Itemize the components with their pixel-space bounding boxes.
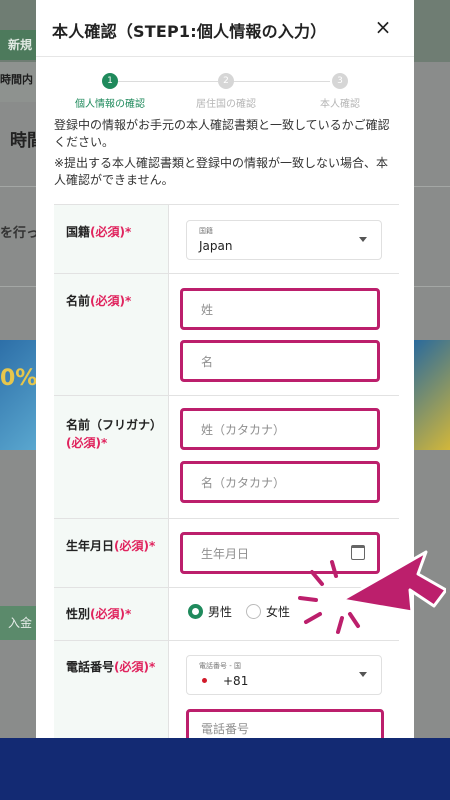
first-name-kana-input[interactable]: 名（カタカナ）: [180, 461, 380, 503]
gender-option-male: 男性: [208, 605, 233, 619]
first-name-kana-placeholder: 名（カタカナ）: [201, 476, 286, 490]
background-footer-bar: [0, 738, 450, 800]
row-label-phone: 電話番号(必須)*: [54, 641, 169, 738]
birthdate-placeholder: 生年月日: [201, 547, 250, 561]
step-2-dot: 2: [218, 73, 234, 89]
notice-text: 登録中の情報がお手元の本人確認書類と一致しているかご確認ください。 ※提出する本…: [36, 109, 414, 189]
hand-pointer-icon: [340, 550, 446, 614]
row-label-nationality: 国籍(必須)*: [54, 205, 169, 273]
step-1-dot: 1: [102, 73, 118, 89]
first-name-placeholder: 名: [201, 355, 214, 369]
phone-number-input[interactable]: 電話番号: [186, 709, 382, 738]
required-mark: (必須)*: [66, 436, 108, 450]
stepper-line: [118, 81, 218, 82]
row-label-name-kana: 名前（フリガナ） (必須)*: [54, 396, 169, 518]
chevron-down-icon: [359, 237, 367, 242]
last-name-kana-input[interactable]: 姓（カタカナ）: [180, 408, 380, 450]
first-name-input[interactable]: 名: [180, 340, 380, 382]
last-name-kana-placeholder: 姓（カタカナ）: [201, 423, 286, 437]
row-nationality: 国籍(必須)* 国籍 Japan: [54, 205, 399, 274]
nationality-select-caption: 国籍: [199, 227, 213, 235]
stepper-line: [232, 81, 330, 82]
notice-paragraph-2: ※提出する本人確認書類と登録中の情報が一致しない場合、本人確認ができません。: [54, 156, 389, 187]
name-label: 名前: [66, 294, 91, 308]
gender-option-female: 女性: [266, 605, 291, 619]
phone-country-select[interactable]: 電話番号 - 国 +81: [186, 655, 382, 695]
row-label-name: 名前(必須)*: [54, 274, 169, 395]
required-mark: (必須)*: [90, 607, 132, 621]
row-phone: 電話番号(必須)* 電話番号 - 国 +81 電話番号: [54, 641, 399, 738]
required-mark: (必須)*: [90, 225, 132, 239]
row-label-gender: 性別(必須)*: [54, 588, 169, 640]
step-3-label: 本人確認: [320, 99, 360, 110]
japan-flag-icon: [202, 678, 207, 683]
gender-label: 性別: [66, 607, 91, 621]
modal-title: 本人確認（STEP1:個人情報の入力）: [52, 22, 327, 41]
phone-country-caption: 電話番号 - 国: [199, 662, 241, 670]
birthdate-label: 生年月日: [66, 539, 115, 553]
required-mark: (必須)*: [90, 294, 132, 308]
row-label-birthdate: 生年月日(必須)*: [54, 519, 169, 587]
step-3-dot: 3: [332, 73, 348, 89]
personal-info-form: 国籍(必須)* 国籍 Japan 名前(必須)* 姓 名 名前（フリガナ） (必…: [54, 204, 399, 738]
required-mark: (必須)*: [114, 539, 156, 553]
modal-header: 本人確認（STEP1:個人情報の入力） ×: [36, 0, 414, 57]
radio-unselected-icon: [246, 604, 261, 619]
background-strip-text: 時間内: [0, 62, 40, 102]
phone-number-placeholder: 電話番号: [201, 722, 250, 736]
background-promo-banner-left: 0%: [0, 340, 37, 450]
row-name-kana: 名前（フリガナ） (必須)* 姓（カタカナ） 名（カタカナ）: [54, 396, 399, 519]
background-promo-banner-right: [414, 340, 450, 450]
nationality-select-value: Japan: [199, 239, 233, 253]
last-name-input[interactable]: 姓: [180, 288, 380, 330]
close-button[interactable]: ×: [372, 16, 394, 38]
chevron-down-icon: [359, 672, 367, 677]
phone-label: 電話番号: [66, 660, 115, 674]
background-mid-text: を行っ: [0, 226, 40, 241]
name-kana-label: 名前（フリガナ）: [66, 418, 163, 432]
step-2-label: 居住国の確認: [196, 99, 256, 110]
pointer-arrow-icon: [298, 550, 446, 634]
nationality-select[interactable]: 国籍 Japan: [186, 220, 382, 260]
row-name: 名前(必須)* 姓 名: [54, 274, 399, 396]
progress-stepper: 1 2 3 個人情報の確認 居住国の確認 本人確認: [36, 57, 414, 110]
notice-paragraph-1: 登録中の情報がお手元の本人確認書類と一致しているかご確認ください。: [54, 118, 390, 149]
required-mark: (必須)*: [114, 660, 156, 674]
phone-country-code: +81: [223, 674, 249, 688]
nationality-label: 国籍: [66, 225, 91, 239]
radio-selected-icon: [188, 604, 203, 619]
last-name-placeholder: 姓: [201, 303, 214, 317]
step-1-label: 個人情報の確認: [75, 99, 145, 110]
